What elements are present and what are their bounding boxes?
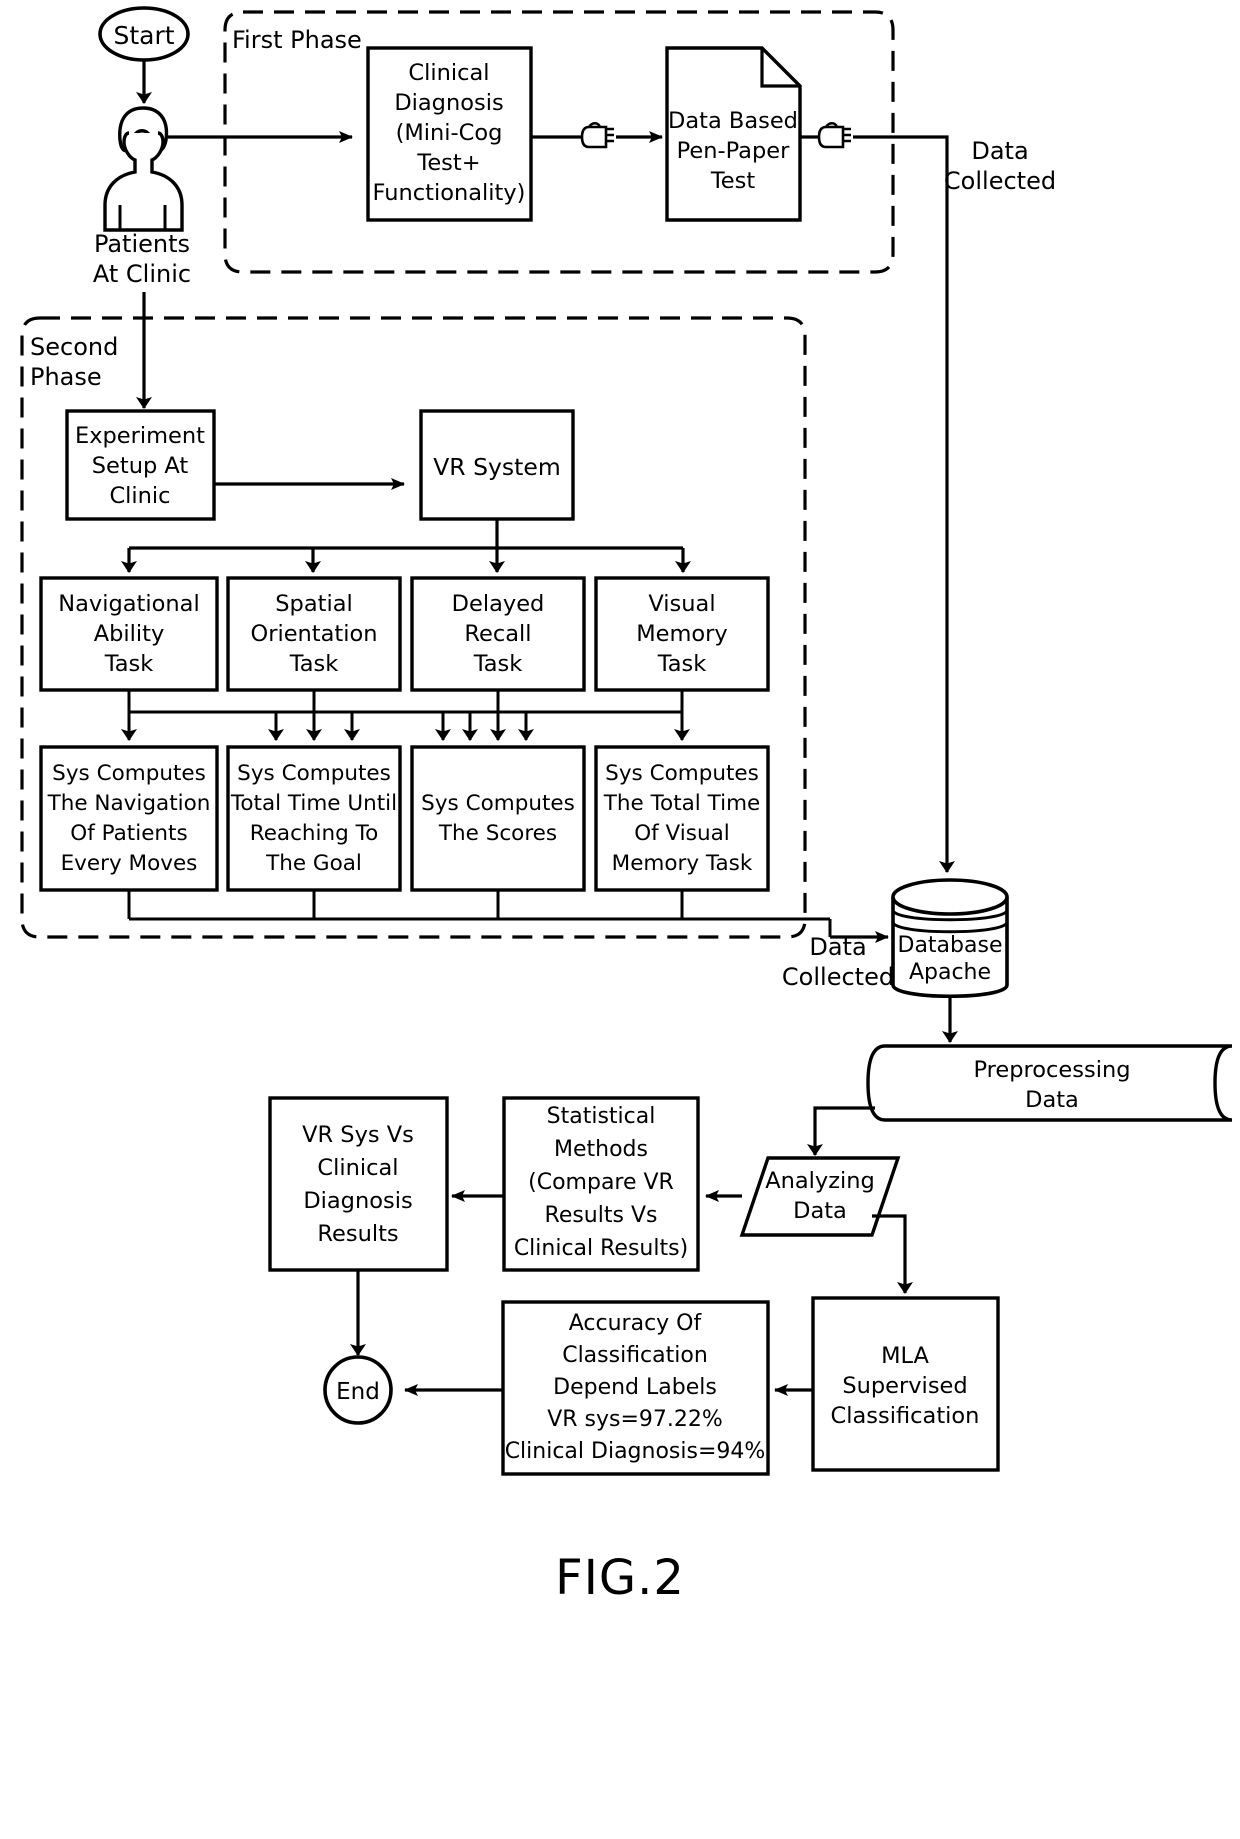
task0-line-2: Task <box>104 651 154 677</box>
database-line-1: Apache <box>909 960 991 985</box>
database-line-0: Database <box>898 933 1003 958</box>
task3-line-1: Memory <box>636 621 728 647</box>
compute2-line-1: The Scores <box>438 821 557 846</box>
clinical-diagnosis-line-0: Clinical <box>408 60 489 86</box>
result-line-3: Results <box>317 1221 398 1247</box>
clinical-diagnosis-line-2: (Mini-Cog <box>396 120 503 146</box>
compute0-line-3: Every Moves <box>61 851 198 876</box>
task1-line-1: Orientation <box>250 621 377 647</box>
task1-line-0: Spatial <box>275 591 352 617</box>
compute0-line-1: The Navigation <box>47 791 211 816</box>
first-phase-label: First Phase <box>232 26 362 54</box>
preprocessing-line-1: Data <box>1025 1087 1079 1113</box>
analyzing-line-0: Analyzing <box>765 1168 875 1194</box>
edge-firstphase-to-database <box>853 135 955 873</box>
edge-preprocessing-to-analyzing <box>807 1106 875 1156</box>
task2-line-1: Recall <box>464 621 531 647</box>
data-collected-top-line-0: Data <box>971 137 1028 165</box>
task3-line-0: Visual <box>648 591 715 617</box>
accuracy-clinical-value: Clinical Diagnosis=94% <box>505 1439 766 1464</box>
sys-computes-scores-box <box>410 745 586 892</box>
task1-line-2: Task <box>289 651 339 677</box>
data-collected-bottom-line-1: Collected <box>782 963 894 991</box>
result-line-1: Clinical <box>317 1155 398 1181</box>
compute1-line-0: Sys Computes <box>237 761 391 786</box>
experiment-setup-line-0: Experiment <box>75 423 205 449</box>
task0-line-1: Ability <box>94 621 165 647</box>
stat-line-3: Results Vs <box>545 1203 658 1228</box>
compute3-line-3: Memory Task <box>612 851 753 876</box>
start-label: Start <box>113 21 174 50</box>
flowchart-diagram: Start Patients At Clinic First Phase Cli… <box>20 6 1233 1606</box>
patient-label-line2: At Clinic <box>93 260 191 288</box>
compute0-line-0: Sys Computes <box>52 761 206 786</box>
mla-line-0: MLA <box>881 1343 929 1369</box>
task3-line-2: Task <box>657 651 707 677</box>
compute1-line-2: Reaching To <box>250 821 379 846</box>
accuracy-line-2: Depend Labels <box>553 1375 717 1400</box>
task2-line-0: Delayed <box>452 591 545 617</box>
clinical-diagnosis-line-1: Diagnosis <box>394 90 503 116</box>
person-icon <box>103 106 184 232</box>
compute3-line-0: Sys Computes <box>605 761 759 786</box>
accuracy-vr-value: VR sys=97.22% <box>547 1407 723 1432</box>
compute0-line-2: Of Patients <box>70 821 187 846</box>
hand-pointing-icon <box>817 122 851 149</box>
hand-pointing-icon <box>580 122 614 149</box>
experiment-setup-line-1: Setup At <box>92 453 189 479</box>
compute1-line-1: Total Time Until <box>230 791 397 816</box>
compute3-line-2: Of Visual <box>634 821 730 846</box>
analyzing-line-1: Data <box>793 1198 847 1224</box>
second-phase-label-line1: Second <box>30 333 118 361</box>
stat-line-0: Statistical <box>547 1104 656 1129</box>
accuracy-line-1: Classification <box>562 1343 708 1368</box>
result-line-2: Diagnosis <box>303 1188 412 1214</box>
pen-paper-line-2: Test <box>710 168 755 194</box>
pen-paper-line-1: Pen-Paper <box>677 138 790 164</box>
result-line-0: VR Sys Vs <box>302 1122 414 1148</box>
figure-canvas: Start Patients At Clinic First Phase Cli… <box>0 0 1240 1839</box>
stat-line-2: (Compare VR <box>528 1170 674 1195</box>
preprocessing-line-0: Preprocessing <box>973 1057 1130 1083</box>
edge-analyzing-to-mla <box>872 1214 913 1294</box>
compute1-line-3: The Goal <box>265 851 362 876</box>
task2-line-2: Task <box>473 651 523 677</box>
experiment-setup-line-2: Clinic <box>109 483 170 509</box>
end-label: End <box>336 1379 380 1405</box>
stat-line-4: Clinical Results) <box>514 1236 688 1261</box>
figure-caption: FIG.2 <box>555 1550 685 1606</box>
clinical-diagnosis-line-4: Functionality) <box>373 180 526 206</box>
mla-line-2: Classification <box>831 1403 980 1429</box>
compute3-line-1: The Total Time <box>603 791 760 816</box>
task0-line-0: Navigational <box>58 591 199 617</box>
data-collected-bottom-line-0: Data <box>809 933 866 961</box>
second-phase-label-line2: Phase <box>30 363 102 391</box>
clinical-diagnosis-line-3: Test+ <box>416 150 480 176</box>
vr-system-label: VR System <box>433 453 561 481</box>
compute2-line-0: Sys Computes <box>421 791 575 816</box>
patient-label-line1: Patients <box>94 230 190 258</box>
accuracy-line-0: Accuracy Of <box>569 1311 703 1336</box>
stat-line-1: Methods <box>554 1137 648 1162</box>
pen-paper-line-0: Data Based <box>668 108 798 134</box>
data-collected-top-line-1: Collected <box>944 167 1056 195</box>
mla-line-1: Supervised <box>842 1373 967 1399</box>
pen-paper-document <box>665 46 802 222</box>
